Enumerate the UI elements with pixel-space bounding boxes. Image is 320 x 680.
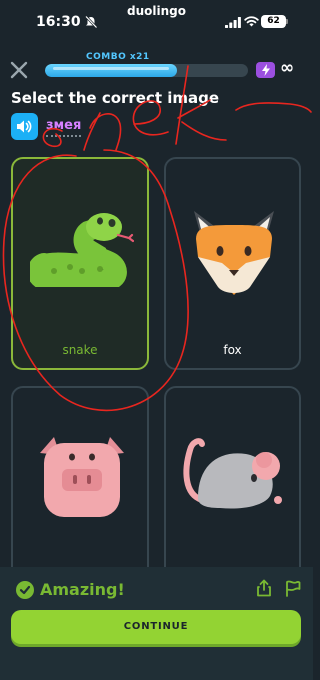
mute-icon [85,15,98,29]
target-word[interactable]: змея [46,118,82,137]
close-icon[interactable] [9,60,29,80]
page-title: Select the correct image [11,89,220,107]
pig-icon [40,437,124,517]
feedback-message: Amazing! [40,580,125,599]
option-label: fox [223,343,242,357]
option-card-snake[interactable]: snake [11,157,149,370]
bolt-icon [261,64,270,76]
signal-icon [225,17,241,28]
snake-icon [30,213,134,287]
infinity-icon: ∞ [280,58,295,78]
share-icon[interactable] [256,579,272,597]
fox-icon [194,211,274,295]
continue-button[interactable]: CONTINUE [11,610,301,644]
play-audio-button[interactable] [11,113,38,140]
progress-shine [53,67,169,70]
option-card-fox[interactable]: fox [164,157,301,370]
bolt-badge [256,62,275,78]
check-circle-icon [16,581,34,599]
speaker-icon [17,120,32,133]
lesson-progress-bar [45,64,248,77]
option-card-mouse[interactable] [164,386,301,586]
mouse-icon [183,438,282,509]
option-card-pig[interactable] [11,386,149,586]
flag-icon[interactable] [284,579,302,597]
battery-icon: 62 [261,15,286,28]
progress-fill [45,64,177,77]
status-bar: duolingo 16:30 62 [0,0,313,42]
battery-tip [286,19,288,24]
status-time: 16:30 [36,14,81,30]
option-label: snake [62,343,98,357]
combo-label: COMBO x21 [86,52,150,62]
wifi-icon [244,16,259,27]
